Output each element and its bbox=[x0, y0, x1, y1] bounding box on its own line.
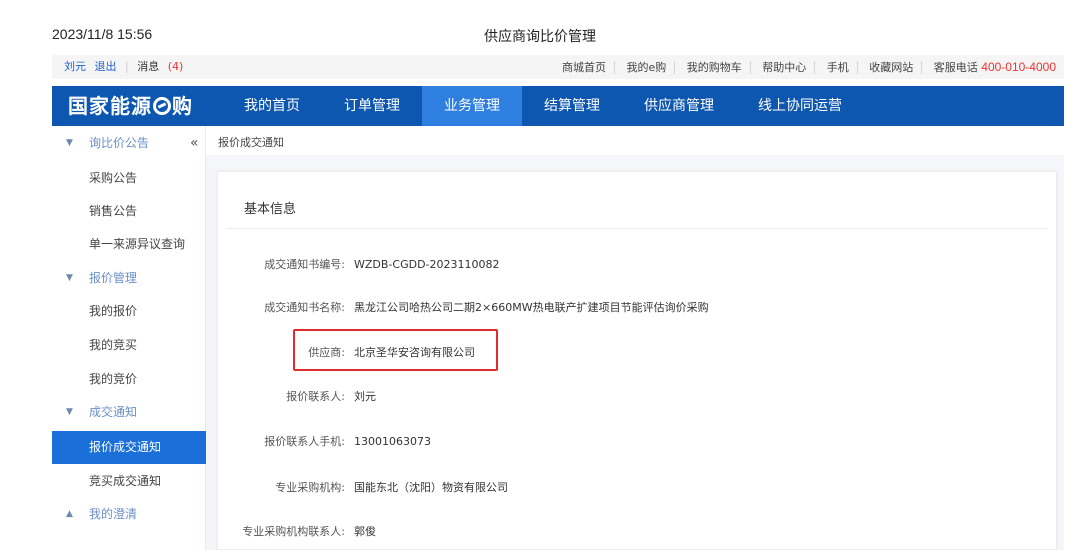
field-quote-contact: 报价联系人: 刘元 bbox=[218, 389, 1058, 405]
mall-home-link[interactable]: 商城首页 bbox=[553, 61, 615, 74]
messages-label: 消息 bbox=[137, 60, 160, 73]
nav-items: 我的首页 订单管理 业务管理 结算管理 供应商管理 线上协同运营 bbox=[222, 86, 864, 126]
help-center-link[interactable]: 帮助中心 bbox=[754, 61, 816, 74]
messages-link[interactable]: 消息 (4) bbox=[137, 60, 188, 73]
field-agency-contact: 专业采购机构联系人: 郭俊 bbox=[218, 524, 1058, 540]
sidebar-item-my-quotes[interactable]: 我的报价 bbox=[52, 296, 206, 326]
sidebar-group-deal[interactable]: ▼ 成交通知 bbox=[52, 397, 206, 427]
sidebar: ▼ 询比价公告 « 采购公告 销售公告 单一来源异议查询 ▼ 报价管理 我的报价… bbox=[52, 126, 206, 550]
field-notice-number: 成交通知书编号: WZDB-CGDD-2023110082 bbox=[218, 257, 1058, 273]
field-value: 国能东北（沈阳）物资有限公司 bbox=[354, 481, 508, 494]
sidebar-item-label: 竞买成交通知 bbox=[89, 474, 162, 488]
nav-orders[interactable]: 订单管理 bbox=[322, 86, 422, 126]
sidebar-item-my-bid[interactable]: 我的竞价 bbox=[52, 364, 206, 394]
print-header: 2023/11/8 15:56 供应商询比价管理 bbox=[0, 0, 1080, 52]
sidebar-item-single-source[interactable]: 单一来源异议查询 bbox=[52, 229, 206, 259]
user-area: 刘元 退出 | 消息 (4) bbox=[64, 55, 193, 79]
hotline: 客服电话 400-010-4000 bbox=[926, 60, 1056, 74]
page: 2023/11/8 15:56 供应商询比价管理 刘元 退出 | 消息 (4) … bbox=[0, 0, 1080, 550]
card-title: 基本信息 bbox=[244, 202, 297, 217]
utility-links: 商城首页 我的e购 我的购物车 帮助中心 手机 收藏网站 客服电话 400-01… bbox=[553, 55, 1056, 80]
utility-bar: 刘元 退出 | 消息 (4) 商城首页 我的e购 我的购物车 帮助中心 手机 收… bbox=[52, 55, 1064, 79]
sidebar-item-label: 采购公告 bbox=[89, 171, 138, 185]
sidebar-item-label: 我的竞买 bbox=[89, 338, 138, 352]
logout-link[interactable]: 退出 bbox=[95, 60, 117, 73]
logo-text-suffix: 购 bbox=[172, 94, 193, 118]
field-value: WZDB-CGDD-2023110082 bbox=[354, 258, 500, 271]
sidebar-item-label: 报价成交通知 bbox=[89, 440, 162, 454]
sidebar-group-label: 我的澄清 bbox=[89, 507, 138, 521]
field-label: 成交通知书编号: bbox=[264, 258, 345, 271]
cart-link[interactable]: 我的购物车 bbox=[678, 61, 751, 74]
mobile-link[interactable]: 手机 bbox=[818, 61, 858, 74]
sidebar-item-purchase-notice[interactable]: 采购公告 bbox=[52, 163, 206, 193]
sidebar-item-label: 销售公告 bbox=[89, 204, 138, 218]
field-procurement-agency: 专业采购机构: 国能东北（沈阳）物资有限公司 bbox=[218, 480, 1058, 496]
nav-online-ops[interactable]: 线上协同运营 bbox=[736, 86, 864, 126]
field-label: 报价联系人: bbox=[286, 390, 345, 403]
hotline-label: 客服电话 bbox=[933, 61, 978, 74]
field-label: 专业采购机构联系人: bbox=[242, 525, 345, 538]
field-quote-contact-phone: 报价联系人手机: 13001063073 bbox=[218, 434, 1058, 450]
field-value: 郭俊 bbox=[354, 525, 376, 538]
expand-triangle-icon: ▼ bbox=[66, 407, 73, 417]
sidebar-group-label: 询比价公告 bbox=[89, 136, 150, 150]
basic-info-card: 基本信息 成交通知书编号: WZDB-CGDD-2023110082 成交通知书… bbox=[217, 171, 1057, 550]
supplier-highlight-box bbox=[293, 329, 498, 371]
field-label: 专业采购机构: bbox=[275, 481, 345, 494]
logo[interactable]: 国家能源购 bbox=[68, 86, 193, 126]
field-value: 刘元 bbox=[354, 390, 376, 403]
logo-text: 国家能源 bbox=[68, 94, 152, 118]
e-logo-icon bbox=[153, 97, 171, 115]
sidebar-group-quote[interactable]: ▼ 报价管理 bbox=[52, 263, 206, 293]
nav-home[interactable]: 我的首页 bbox=[222, 86, 322, 126]
hotline-number: 400-010-4000 bbox=[981, 60, 1056, 74]
field-label: 报价联系人手机: bbox=[264, 435, 345, 448]
sidebar-item-quote-deal-notice[interactable]: 报价成交通知 bbox=[52, 431, 206, 464]
expand-triangle-icon: ▼ bbox=[66, 273, 73, 283]
sidebar-group-label: 成交通知 bbox=[89, 405, 138, 419]
sidebar-item-label: 我的竞价 bbox=[89, 372, 138, 386]
sidebar-group-inquiry[interactable]: ▼ 询比价公告 « bbox=[52, 128, 206, 158]
sidebar-item-buy-deal-notice[interactable]: 竞买成交通知 bbox=[52, 466, 206, 496]
sidebar-group-label: 报价管理 bbox=[89, 271, 138, 285]
divider bbox=[226, 228, 1048, 229]
messages-count: (4) bbox=[167, 60, 184, 73]
collapsed-triangle-icon: ▲ bbox=[66, 509, 73, 519]
main-nav: 国家能源购 我的首页 订单管理 业务管理 结算管理 供应商管理 线上协同运营 bbox=[52, 86, 1064, 126]
separator: | bbox=[125, 60, 129, 73]
nav-supplier[interactable]: 供应商管理 bbox=[622, 86, 736, 126]
nav-business[interactable]: 业务管理 bbox=[422, 86, 522, 126]
print-title: 供应商询比价管理 bbox=[484, 29, 596, 45]
field-label: 成交通知书名称: bbox=[264, 301, 345, 314]
sidebar-item-label: 单一来源异议查询 bbox=[89, 237, 186, 251]
field-value: 13001063073 bbox=[354, 435, 431, 448]
sidebar-item-my-buy[interactable]: 我的竞买 bbox=[52, 330, 206, 360]
expand-triangle-icon: ▼ bbox=[66, 138, 73, 148]
breadcrumb: 报价成交通知 bbox=[218, 136, 284, 149]
sidebar-group-clarify[interactable]: ▲ 我的澄清 bbox=[52, 499, 206, 529]
sidebar-item-sales-notice[interactable]: 销售公告 bbox=[52, 196, 206, 226]
field-value: 黑龙江公司哈热公司二期2×660MW热电联产扩建项目节能评估询价采购 bbox=[354, 301, 709, 314]
bookmark-link[interactable]: 收藏网站 bbox=[861, 61, 923, 74]
field-notice-name: 成交通知书名称: 黑龙江公司哈热公司二期2×660MW热电联产扩建项目节能评估询… bbox=[218, 300, 1058, 316]
collapse-sidebar-icon[interactable]: « bbox=[190, 128, 199, 158]
nav-settlement[interactable]: 结算管理 bbox=[522, 86, 622, 126]
user-name-link[interactable]: 刘元 bbox=[64, 60, 86, 73]
my-egou-link[interactable]: 我的e购 bbox=[618, 61, 676, 74]
sidebar-item-label: 我的报价 bbox=[89, 304, 138, 318]
